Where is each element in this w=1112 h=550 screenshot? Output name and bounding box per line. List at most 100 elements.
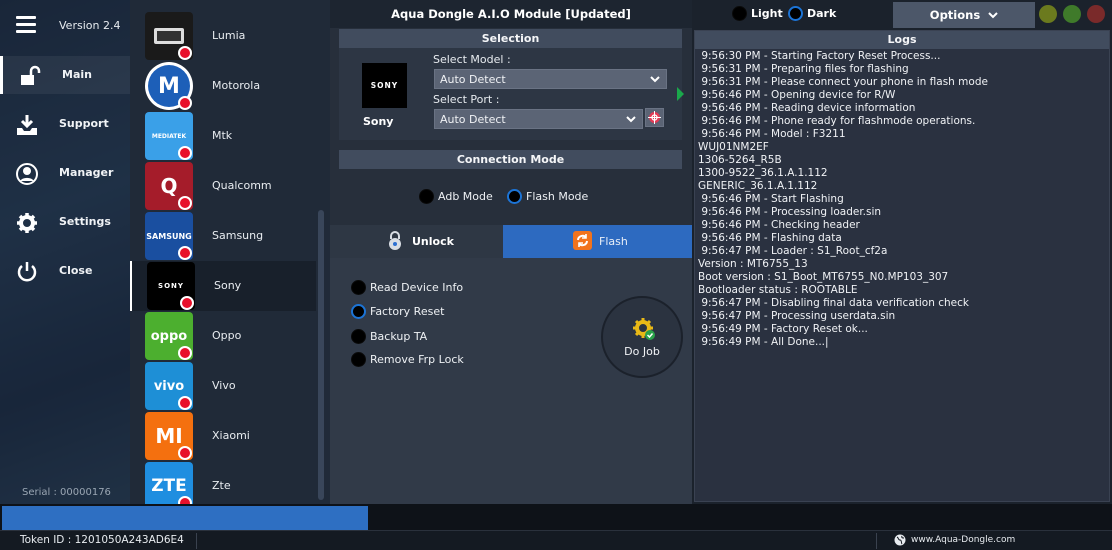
- progress-fill: [2, 506, 368, 530]
- log-line: 9:56:49 PM - All Done...|: [698, 336, 829, 348]
- log-line: 9:56:46 PM - Reading device information: [698, 102, 916, 114]
- minimize-button[interactable]: [1039, 5, 1057, 23]
- brand-list-scrollbar[interactable]: [318, 210, 324, 500]
- status-dot: [178, 46, 192, 60]
- website-link[interactable]: www.Aqua-Dongle.com: [911, 535, 1015, 545]
- sidebar-item-main[interactable]: Main: [0, 56, 130, 94]
- brand-item-mtk[interactable]: MEDIATEK Mtk: [130, 111, 316, 161]
- download-icon: [17, 115, 37, 135]
- logs-header: Logs: [695, 31, 1109, 49]
- port-select-value: Auto Detect: [440, 113, 506, 126]
- operations-panel: [330, 258, 692, 504]
- flash-mode-radio[interactable]: [507, 189, 522, 204]
- globe-icon: [894, 534, 906, 546]
- log-line: Version : MT6755_13: [698, 258, 808, 270]
- brand-item-xiaomi[interactable]: MI Xiaomi: [130, 411, 316, 461]
- read-device-info-radio[interactable]: [351, 280, 366, 295]
- user-icon: [16, 163, 38, 185]
- brand-name: Oppo: [212, 329, 242, 342]
- right-panel: Light Dark Options Logs 9:56:30 PM - Sta…: [692, 0, 1112, 504]
- port-refresh-button[interactable]: [645, 108, 664, 127]
- version-label: Version 2.4: [59, 19, 121, 32]
- dark-theme-radio[interactable]: [788, 6, 803, 21]
- token-id: Token ID : 1201050A243AD6E4: [20, 534, 184, 546]
- progress-bar: [0, 504, 1112, 530]
- gear-icon: [17, 213, 37, 233]
- app-title: Aqua Dongle A.I.O Module [Updated]: [330, 0, 692, 28]
- dark-theme-label: Dark: [807, 7, 837, 20]
- tab-flash-label: Flash: [599, 235, 628, 248]
- tab-unlock-label: Unlock: [412, 235, 454, 248]
- connection-header: Connection Mode: [339, 150, 682, 169]
- status-dot: [178, 196, 192, 210]
- remove-frp-lock-label: Remove Frp Lock: [370, 353, 464, 366]
- brand-name: Xiaomi: [212, 429, 250, 442]
- brand-name: Qualcomm: [212, 179, 272, 192]
- tab-unlock[interactable]: Unlock: [330, 225, 503, 258]
- selected-brand-logo: SONY: [362, 63, 407, 108]
- model-select[interactable]: Auto Detect: [434, 69, 667, 89]
- sidebar-item-support[interactable]: Support: [0, 105, 130, 143]
- light-theme-radio[interactable]: [732, 6, 747, 21]
- sidebar: Version 2.4 Main Support Manager Setting…: [0, 0, 130, 504]
- log-line: Boot version : S1_Boot_MT6755_N0.MP103_3…: [698, 271, 949, 283]
- sidebar-item-close[interactable]: Close: [0, 252, 130, 290]
- chevron-down-icon: [650, 76, 660, 83]
- options-menu-button[interactable]: Options: [893, 2, 1035, 28]
- logs-textbox[interactable]: 9:56:30 PM - Starting Factory Reset Proc…: [695, 49, 1109, 349]
- power-icon: [17, 262, 37, 282]
- model-select-value: Auto Detect: [440, 73, 506, 86]
- do-job-button[interactable]: Do Job: [601, 296, 683, 378]
- remove-frp-lock-radio[interactable]: [351, 352, 366, 367]
- model-label: Select Model :: [433, 53, 511, 66]
- brand-name: Mtk: [212, 129, 233, 142]
- brand-name: Motorola: [212, 79, 261, 92]
- brand-name: Sony: [214, 279, 242, 292]
- status-dot: [178, 346, 192, 360]
- sidebar-item-label: Close: [59, 264, 93, 277]
- brand-item-samsung[interactable]: SAMSUNG Samsung: [130, 211, 316, 261]
- selection-header: Selection: [339, 29, 682, 48]
- port-label: Select Port :: [433, 93, 500, 106]
- selection-box: SONY Sony Select Model : Auto Detect Sel…: [339, 48, 682, 140]
- logs-panel: Logs 9:56:30 PM - Starting Factory Reset…: [694, 30, 1110, 502]
- status-bar: Token ID : 1201050A243AD6E4 www.Aqua-Don…: [0, 530, 1112, 550]
- lock-icon: [389, 231, 401, 250]
- tab-flash[interactable]: Flash: [503, 225, 692, 258]
- close-button[interactable]: [1087, 5, 1105, 23]
- brand-name: Lumia: [212, 29, 246, 42]
- log-line: 9:56:46 PM - Phone ready for flashmode o…: [698, 115, 976, 127]
- sidebar-item-settings[interactable]: Settings: [0, 203, 130, 241]
- brand-name: Zte: [212, 479, 231, 492]
- maximize-button[interactable]: [1063, 5, 1081, 23]
- sidebar-item-label: Support: [59, 117, 109, 130]
- sidebar-item-manager[interactable]: Manager: [0, 154, 130, 192]
- adb-mode-radio[interactable]: [419, 189, 434, 204]
- brand-item-oppo[interactable]: oppo Oppo: [130, 311, 316, 361]
- port-select[interactable]: Auto Detect: [434, 109, 643, 129]
- brand-item-qualcomm[interactable]: Q Qualcomm: [130, 161, 316, 211]
- log-line: GENERIC_36.1.A.1.112: [698, 180, 818, 192]
- log-line: 9:56:46 PM - Model : F3211: [698, 128, 846, 140]
- gear-check-icon: [633, 318, 655, 340]
- log-line: 9:56:46 PM - Opening device for R/W: [698, 89, 896, 101]
- log-line: 9:56:47 PM - Loader : S1_Root_cf2a: [698, 245, 888, 257]
- backup-ta-radio[interactable]: [351, 329, 366, 344]
- brand-name: Samsung: [212, 229, 264, 242]
- brand-item-sony[interactable]: SONY Sony: [130, 261, 316, 311]
- menu-icon[interactable]: [16, 16, 36, 33]
- factory-reset-radio[interactable]: [351, 304, 366, 319]
- brand-item-lumia[interactable]: Lumia: [130, 11, 316, 61]
- status-dot: [178, 446, 192, 460]
- expand-arrow-icon[interactable]: [677, 87, 684, 101]
- log-line: 1300-9522_36.1.A.1.112: [698, 167, 828, 179]
- brand-item-vivo[interactable]: vivo Vivo: [130, 361, 316, 411]
- log-line: 9:56:46 PM - Start Flashing: [698, 193, 844, 205]
- serial-label: Serial : 00000176: [22, 487, 111, 498]
- do-job-label: Do Job: [624, 345, 660, 358]
- log-line: WUJ01NM2EF: [698, 141, 769, 153]
- brand-item-motorola[interactable]: M Motorola: [130, 61, 316, 111]
- read-device-info-label: Read Device Info: [370, 281, 464, 294]
- sidebar-item-label: Main: [62, 68, 92, 81]
- unlock-icon: [21, 65, 41, 85]
